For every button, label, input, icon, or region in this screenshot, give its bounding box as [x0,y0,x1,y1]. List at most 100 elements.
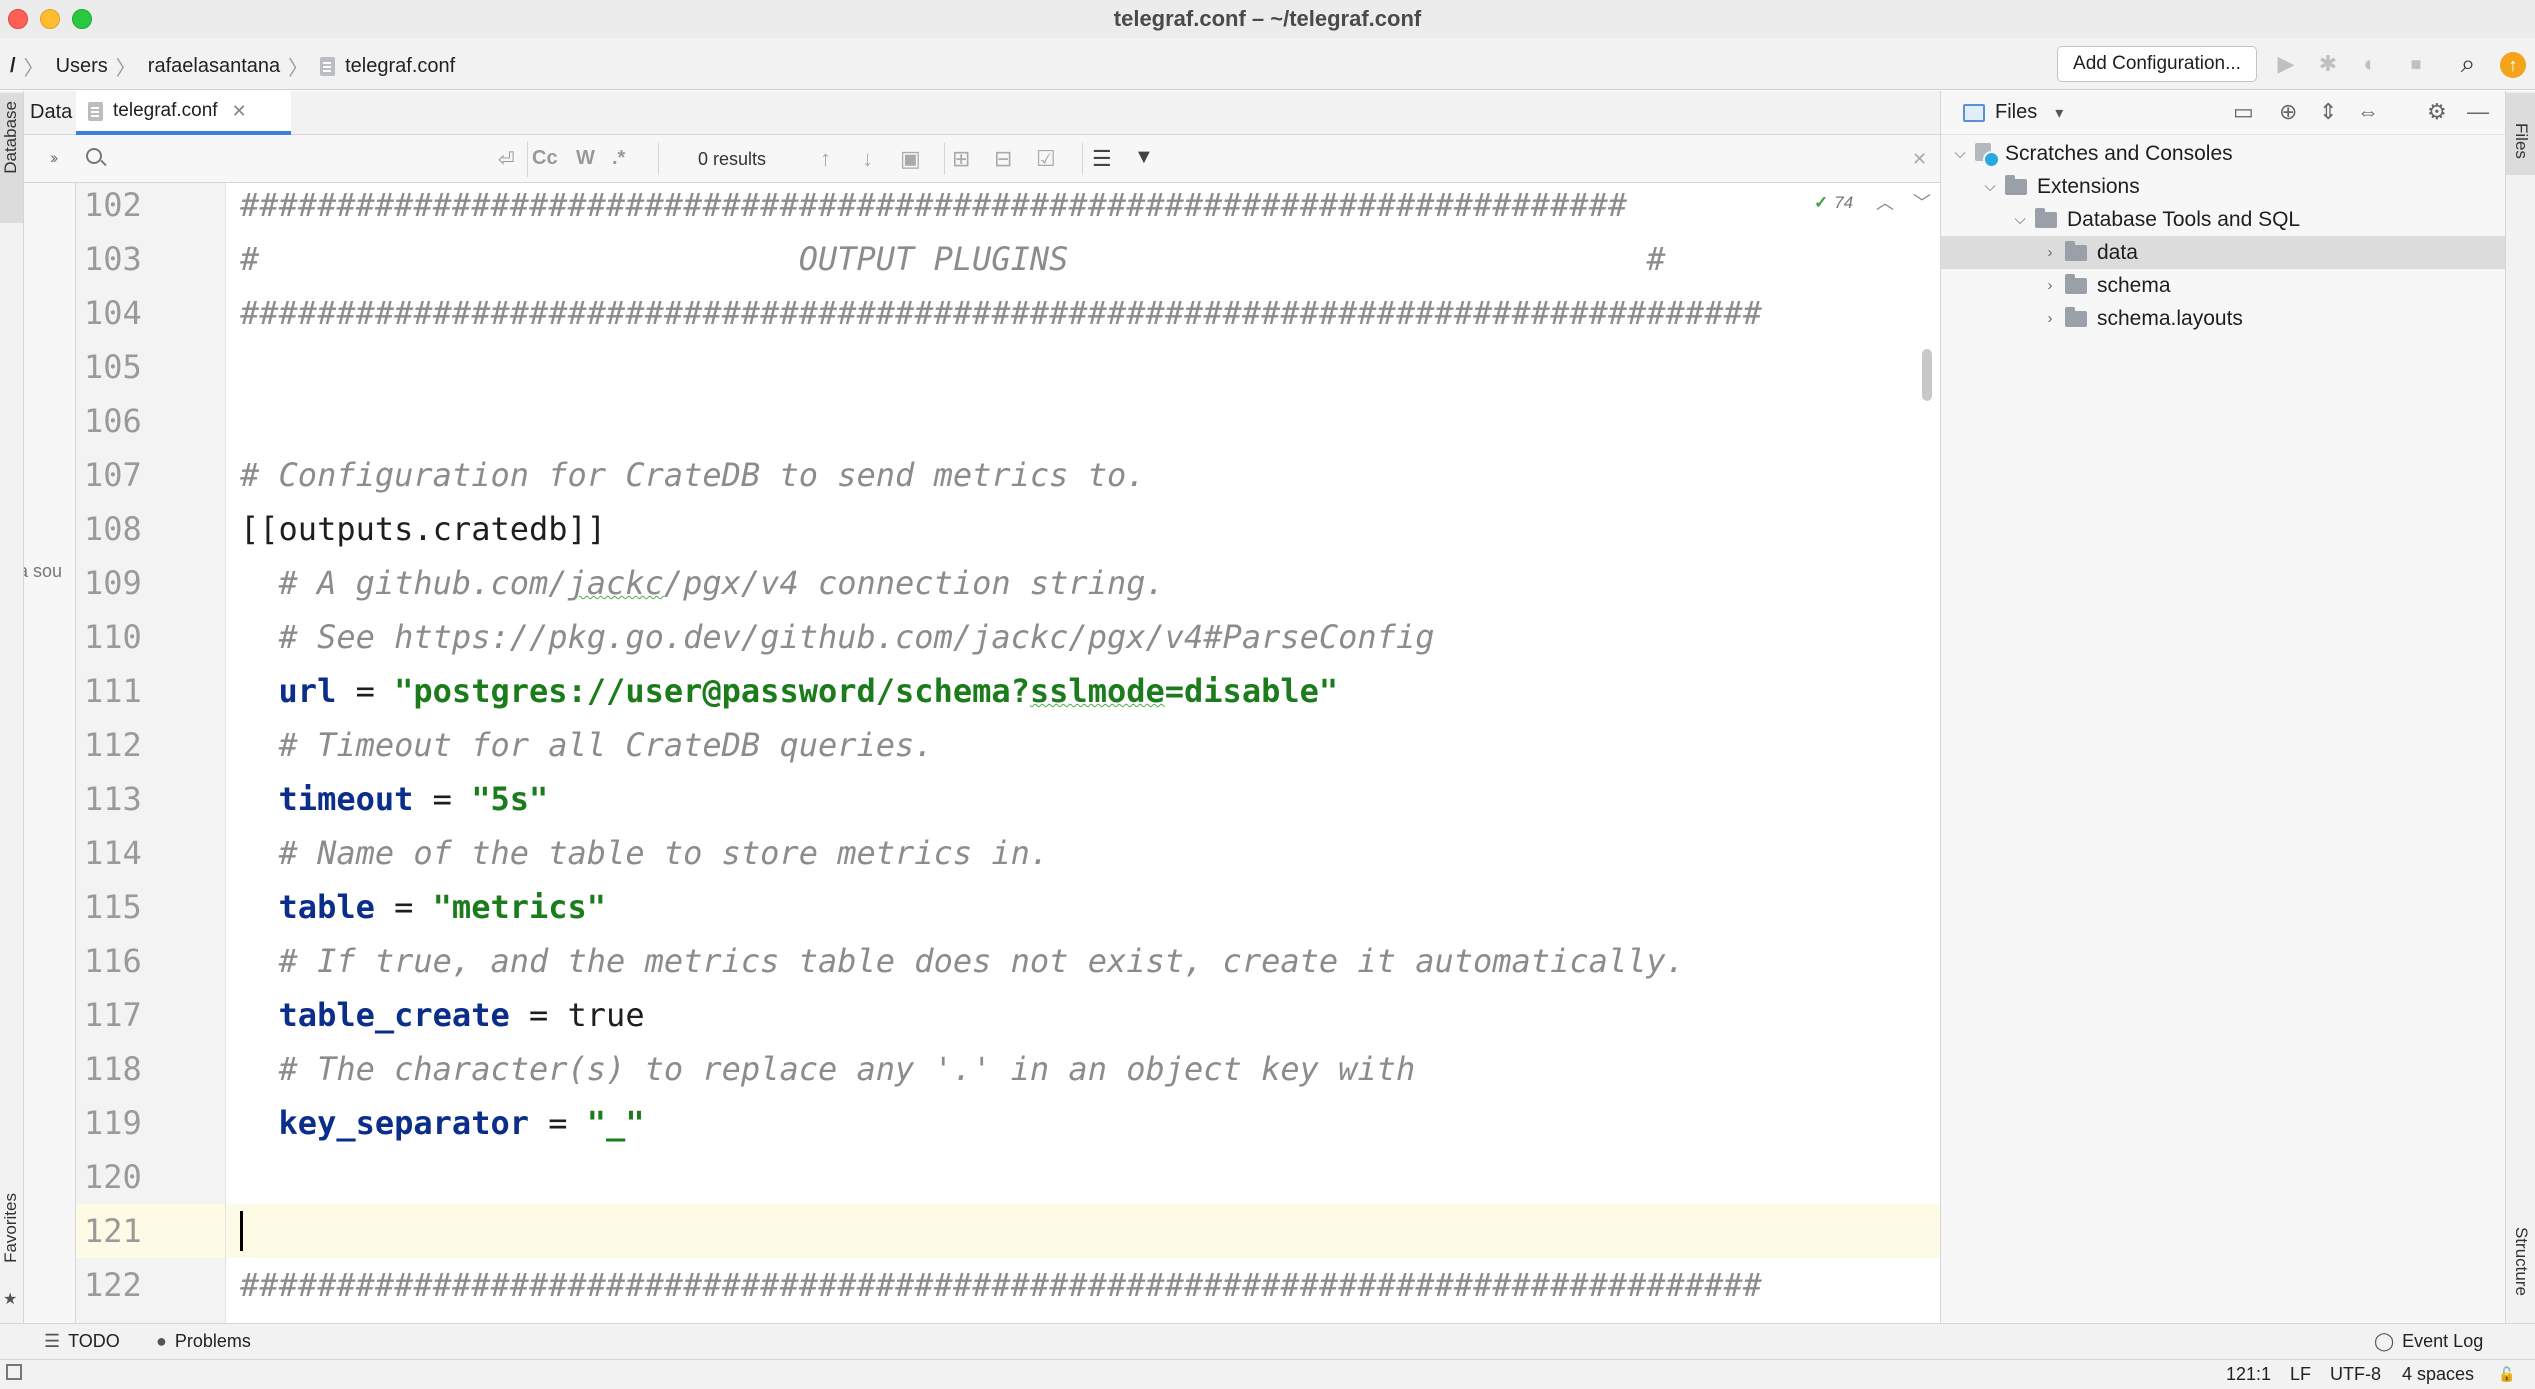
new-line-icon[interactable]: ⏎ [498,147,515,172]
add-configuration-button[interactable]: Add Configuration... [2057,46,2257,82]
line-number[interactable]: 122 [84,1258,216,1312]
update-icon[interactable]: ↑ [2500,52,2526,78]
project-view-selector[interactable]: Files ▾ [1963,101,2063,124]
filter-icon[interactable]: ▼ [1134,146,1154,169]
previous-occurrence-icon[interactable]: ↑ [820,146,831,172]
next-occurrence-icon[interactable]: ↓ [862,146,873,172]
close-find-icon[interactable]: ✕ [1912,149,1927,170]
whole-words-toggle[interactable]: W [576,147,595,170]
search-everywhere-icon[interactable]: ⌕ [2455,48,2481,78]
code-line[interactable]: ########################################… [240,286,1762,340]
select-all-matches-icon[interactable]: ☑ [1036,146,1056,172]
tree-item[interactable]: ⌵ Extensions [1941,170,2506,203]
chevron-right-icon[interactable]: › [2041,277,2059,294]
tree-item[interactable]: › schema [1941,269,2506,302]
stop-icon[interactable]: ■ [2403,51,2429,77]
debug-icon[interactable]: ✱ [2315,51,2341,77]
code-line[interactable]: url = "postgres://user@password/schema?s… [240,664,1339,718]
breadcrumb-user-folder[interactable]: rafaelasantana [148,55,280,78]
event-log-tool-button[interactable]: ◯ Event Log [2374,1331,2483,1352]
line-number[interactable]: 108 [84,502,216,556]
code-line[interactable]: ########################################… [240,1258,1762,1312]
line-number[interactable]: 120 [84,1150,216,1204]
tab-data[interactable]: Data [30,101,72,124]
previous-highlight-icon[interactable]: ︿ [1876,193,1894,213]
chevron-right-icon[interactable]: › [2041,310,2059,327]
code-line[interactable]: # Configuration for CrateDB to send metr… [240,448,1145,502]
code-line[interactable]: key_separator = "_" [240,1096,645,1150]
tree-item[interactable]: › schema.layouts [1941,302,2506,335]
breadcrumb-users[interactable]: Users [56,55,108,78]
code-line[interactable]: table = "metrics" [240,880,607,934]
line-number[interactable]: 110 [84,610,216,664]
code-line[interactable]: table_create = true [240,988,645,1042]
code-line[interactable]: [[outputs.cratedb]] [240,502,606,556]
line-number[interactable]: 115 [84,880,216,934]
line-number[interactable]: 105 [84,340,216,394]
database-tool-tab[interactable]: Database [0,93,23,223]
vertical-scrollbar[interactable] [1922,349,1932,401]
code-editor[interactable]: ✓ 74 ︿ ﹀ ################################… [226,183,1940,1323]
line-number[interactable]: 102 [84,183,216,232]
indent-setting[interactable]: 4 spaces [2402,1364,2474,1385]
line-number[interactable]: 119 [84,1096,216,1150]
line-number[interactable]: 116 [84,934,216,988]
add-selection-icon[interactable]: ⊞ [952,146,970,172]
chevron-down-icon[interactable]: ⌵ [1951,145,1969,162]
line-number[interactable]: 121 [84,1204,216,1258]
caret-position[interactable]: 121:1 [2226,1364,2271,1385]
open-folder-icon[interactable]: ▭ [2233,99,2254,125]
line-number[interactable]: 118 [84,1042,216,1096]
tree-item[interactable]: ⌵ Database Tools and SQL [1941,203,2506,236]
multiline-icon[interactable]: ☰ [1092,146,1112,172]
code-line[interactable]: # If true, and the metrics table does no… [240,934,1685,988]
inspection-widget[interactable]: ✓ 74 [1814,193,1853,213]
tab-telegraf-conf[interactable]: telegraf.conf ✕ [76,91,291,135]
gear-icon[interactable]: ⚙ [2427,99,2447,125]
files-tool-tab[interactable]: Files [2506,93,2535,175]
breadcrumb-file[interactable]: telegraf.conf [320,55,455,78]
expand-replace-icon[interactable]: ›› [50,148,59,168]
hide-panel-icon[interactable]: — [2467,99,2489,125]
code-line[interactable]: ########################################… [240,183,1627,232]
line-number[interactable]: 106 [84,394,216,448]
code-line[interactable]: # The character(s) to replace any '.' in… [240,1042,1416,1096]
select-all-occurrences-icon[interactable]: ▣ [900,146,921,172]
search-icon[interactable] [86,148,102,164]
run-icon[interactable]: ▶ [2273,51,2299,77]
line-number[interactable]: 114 [84,826,216,880]
locate-file-icon[interactable]: ⊕ [2279,99,2297,125]
line-number[interactable]: 117 [84,988,216,1042]
line-number[interactable]: 107 [84,448,216,502]
coverage-icon[interactable]: ◐ [2357,51,2383,77]
line-number[interactable]: 109 [84,556,216,610]
todo-tool-button[interactable]: ☰ TODO [44,1331,120,1352]
chevron-down-icon[interactable]: ⌵ [2011,211,2029,228]
close-tab-icon[interactable]: ✕ [232,101,247,122]
code-line[interactable]: # Name of the table to store metrics in. [240,826,1050,880]
code-line[interactable]: # OUTPUT PLUGINS # [240,232,1666,286]
match-case-toggle[interactable]: Cc [532,147,558,170]
tree-item[interactable]: ⌵ Scratches and Consoles [1941,137,2506,170]
line-number[interactable]: 103 [84,232,216,286]
line-number[interactable]: 113 [84,772,216,826]
collapse-all-icon[interactable]: ⇔ [2357,99,2379,125]
expand-all-icon[interactable]: ⇕ [2319,99,2337,125]
code-line[interactable]: # See https://pkg.go.dev/github.com/jack… [240,610,1435,664]
search-input[interactable] [110,146,470,172]
chevron-right-icon[interactable]: › [2041,244,2059,261]
favorites-tab-label[interactable]: Favorites [1,1193,21,1263]
line-separator[interactable]: LF [2290,1364,2311,1385]
structure-tab-label[interactable]: Structure [2511,1227,2531,1296]
remove-selection-icon[interactable]: ⊟ [994,146,1012,172]
code-line[interactable]: # A github.com/jackc/pgx/v4 connection s… [240,556,1165,610]
line-number[interactable]: 111 [84,664,216,718]
line-number[interactable]: 112 [84,718,216,772]
regex-toggle[interactable]: .* [612,147,625,170]
line-number[interactable]: 104 [84,286,216,340]
lock-icon[interactable]: 🔓 [2498,1366,2515,1383]
file-encoding[interactable]: UTF-8 [2330,1364,2381,1385]
tool-windows-toggle-icon[interactable] [6,1364,22,1380]
problems-tool-button[interactable]: ● Problems [156,1331,251,1352]
tree-item[interactable]: › data [1941,236,2506,269]
